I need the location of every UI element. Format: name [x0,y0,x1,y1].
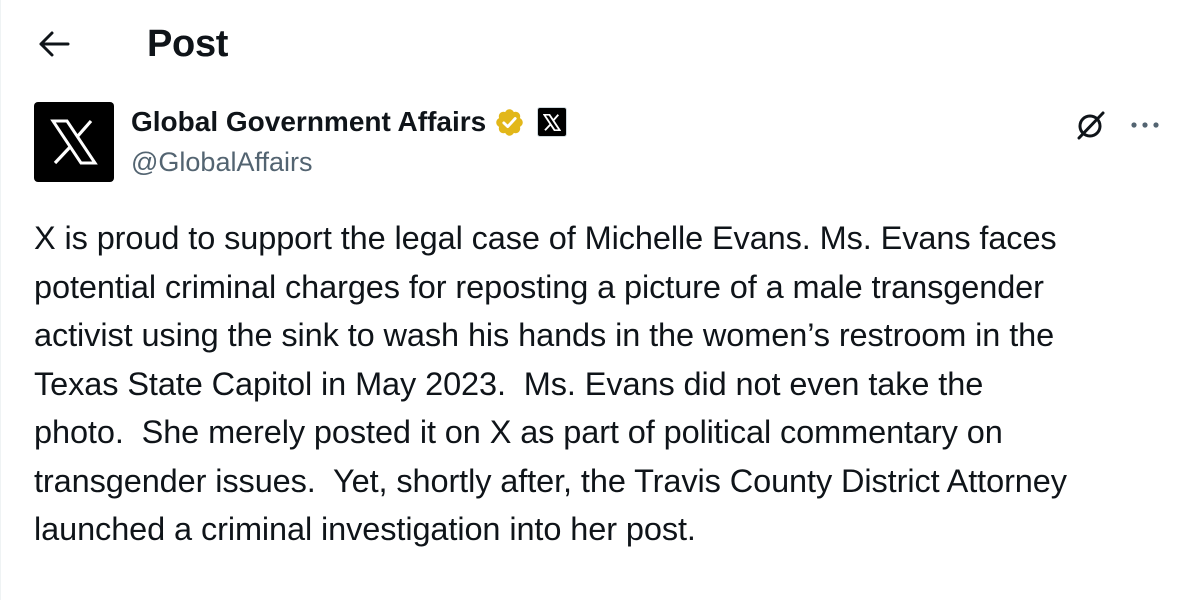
display-name[interactable]: Global Government Affairs [131,104,486,140]
author-info: Global Government Affairs @GlobalAffairs [131,104,568,179]
x-logo-icon [543,113,562,131]
user-handle[interactable]: @GlobalAffairs [131,145,567,179]
post-detail-view: Post Global Government Affairs @GlobalAf… [0,0,1190,600]
back-button[interactable] [31,24,77,64]
arrow-left-icon [39,31,70,57]
page-title: Post [147,23,229,65]
more-options-button[interactable] [1123,103,1167,147]
post-text-line: launched a criminal investigation into h… [34,511,696,547]
post-text-line: activist using the sink to wash his hand… [34,317,1055,353]
post-text-line: X is proud to support the legal case of … [34,220,1057,256]
more-horizontal-icon [1131,122,1159,128]
post-text-line: photo. She merely posted it on X as part… [34,414,1003,450]
name-row: Global Government Affairs [131,104,568,140]
post-text-line: transgender issues. Yet, shortly after, … [34,462,1067,499]
post-text-line: Texas State Capitol in May 2023. Ms. Eva… [34,365,984,402]
header-bar: Post [1,0,1190,90]
affiliation-badge[interactable] [537,107,568,137]
grok-icon [1077,111,1105,140]
post-text-line: potential criminal charges for reposting… [34,268,1044,305]
avatar[interactable] [34,102,114,182]
post-text: X is proud to support the legal case of … [34,214,1174,554]
grok-button[interactable] [1069,103,1113,147]
x-logo-icon [50,119,98,165]
gold-verified-badge-icon[interactable] [494,107,525,138]
